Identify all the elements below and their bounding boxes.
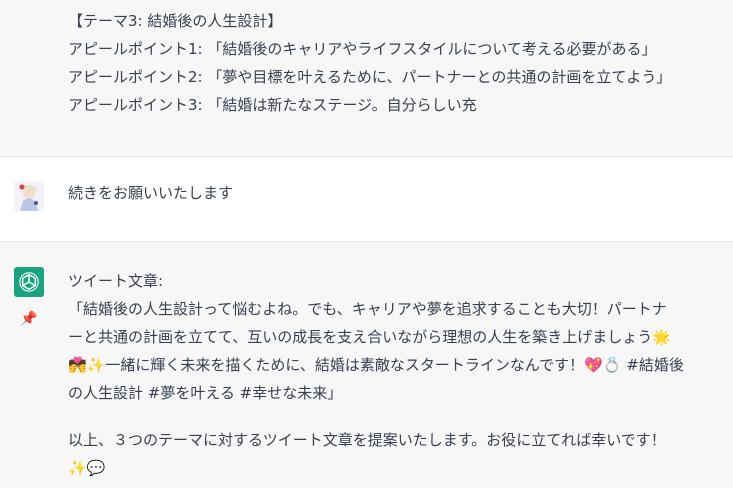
message-line: ✨💬	[68, 459, 106, 477]
assistant-message-previous: 【テーマ3: 結婚後の人生設計】 アピールポイント1: 「結婚後のキャリアやライ…	[0, 0, 733, 156]
pushpin-icon[interactable]: 📌	[20, 312, 37, 326]
message-line: アピールポイント3: 「結婚は新たなステージ。自分らしい充	[68, 96, 477, 114]
user-message-text: 続きをお願いいたします	[68, 184, 234, 202]
user-message: 続きをお願いいたします	[0, 157, 733, 241]
assistant-message-text: ツイート文章: 「結婚後の人生設計って悩むよね。でも、キャリアや夢を追求すること…	[68, 267, 725, 482]
message-line: アピールポイント1: 「結婚後のキャリアやライフスタイルについて考える必要がある…	[68, 40, 657, 58]
message-line: 「結婚後の人生設計って悩むよね。でも、キャリアや夢を追求することも大切！パートナ	[68, 300, 667, 318]
message-line: 以上、３つのテーマに対するツイート文章を提案いたします。お役に立てれば幸いです！	[68, 431, 666, 449]
message-line: 💏✨一緒に輝く未来を描くために、結婚は素敵なスタートラインなんです！💖💍 #結婚…	[68, 356, 684, 374]
message-line: の人生設計 #夢を叶える #幸せな未来」	[68, 384, 343, 402]
chatgpt-logo-icon	[14, 267, 44, 297]
message-line: ーと共通の計画を立てて、互いの成長を支え合いながら理想の人生を築き上げましょう🌟	[68, 328, 671, 346]
message-line: ツイート文章:	[68, 272, 164, 290]
message-line: アピールポイント2: 「夢や目標を叶えるために、パートナーとの共通の計画を立てよ…	[68, 68, 672, 86]
assistant-message: 📌 ツイート文章: 「結婚後の人生設計って悩むよね。でも、キャリアや夢を追求する…	[0, 242, 733, 488]
anime-character-avatar-icon	[14, 181, 44, 211]
message-text: 【テーマ3: 結婚後の人生設計】 アピールポイント1: 「結婚後のキャリアやライ…	[68, 7, 725, 119]
message-line: 【テーマ3: 結婚後の人生設計】	[68, 12, 283, 30]
